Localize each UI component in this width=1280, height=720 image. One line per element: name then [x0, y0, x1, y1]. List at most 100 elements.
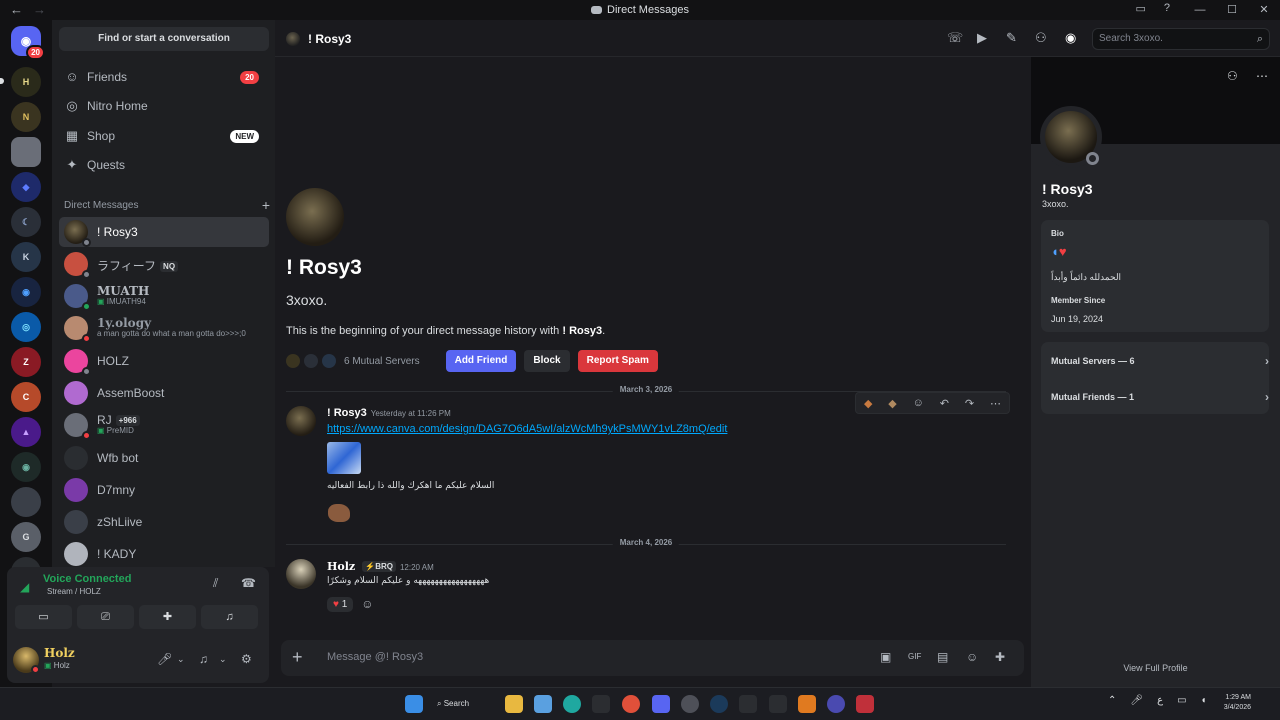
create-dm-icon[interactable]: +	[262, 197, 270, 213]
mutual-friends-row[interactable]: Mutual Friends — 1 ›	[1051, 390, 1269, 404]
add-reaction-icon[interactable]: ☺	[361, 597, 373, 611]
soundboard-button[interactable]: ♫	[201, 605, 258, 629]
headphones-icon[interactable]: ♫	[199, 652, 208, 666]
add-reaction-icon[interactable]: ☺	[913, 397, 924, 409]
signal-icon[interactable]: ◢	[20, 580, 29, 594]
nav-nitro-home[interactable]: ◎ Nitro Home	[59, 92, 269, 120]
dm-item[interactable]: HOLZ	[59, 346, 269, 376]
app-icon[interactable]	[798, 695, 816, 713]
nav-quests[interactable]: ✦ Quests	[59, 151, 269, 179]
gif-icon[interactable]: GIF	[908, 652, 921, 661]
video-call-icon[interactable]: ▶	[977, 30, 987, 46]
add-friends-to-dm-icon[interactable]: ⚇	[1035, 30, 1047, 46]
activities-button[interactable]: ✚	[139, 605, 196, 629]
user-profile-icon[interactable]: ◉	[1065, 30, 1076, 46]
server-icon[interactable]: N	[11, 102, 41, 132]
steam-icon[interactable]	[710, 695, 728, 713]
language-indicator[interactable]: ع	[1157, 695, 1163, 706]
sticker-image[interactable]	[328, 504, 350, 522]
file-explorer-icon[interactable]	[505, 695, 523, 713]
home-button[interactable]: ◉ 20	[11, 26, 45, 60]
chevron-down-icon[interactable]: ⌄	[219, 654, 227, 665]
dm-item[interactable]: D7mny	[59, 475, 269, 505]
maximize-button[interactable]: ☐	[1216, 0, 1248, 20]
more-icon[interactable]: ⋯	[990, 397, 1001, 410]
more-icon[interactable]: ⋯	[1256, 69, 1268, 83]
microphone-icon[interactable]: 🎤︎	[1130, 695, 1143, 706]
server-icon[interactable]: G	[11, 522, 41, 552]
app-icon[interactable]	[856, 695, 874, 713]
server-icon[interactable]: H	[11, 67, 41, 97]
clock[interactable]: 1:29 AM 3/4/2026	[1203, 693, 1251, 713]
sticker-icon[interactable]: ▤	[937, 650, 948, 664]
report-spam-button[interactable]: Report Spam	[577, 350, 658, 372]
microphone-icon[interactable]: 🎤︎	[157, 652, 172, 666]
view-full-profile-link[interactable]: View Full Profile	[1031, 663, 1280, 673]
dm-item[interactable]: AssemBoost	[59, 378, 269, 408]
server-icon[interactable]: ◆	[11, 172, 41, 202]
taskbar-search[interactable]: ⌕ Search	[437, 695, 493, 713]
server-icon[interactable]	[11, 487, 41, 517]
close-button[interactable]: ✕	[1248, 0, 1280, 20]
edge-icon[interactable]	[563, 695, 581, 713]
message-avatar[interactable]	[286, 559, 316, 589]
noise-suppression-icon[interactable]: ⫽	[213, 576, 218, 591]
dm-item[interactable]: MUATH ▣ IMUATH94	[59, 281, 269, 311]
server-icon[interactable]	[11, 137, 41, 167]
message-composer[interactable]: + Message @! Rosy3 ▣ GIF ▤ ☺ ✚	[281, 640, 1024, 676]
voice-call-icon[interactable]: ☏	[947, 30, 963, 46]
epic-games-icon[interactable]	[592, 695, 610, 713]
upload-icon[interactable]: +	[292, 647, 303, 668]
inbox-icon[interactable]: ▭	[1135, 2, 1145, 15]
reaction-icon[interactable]: ◆	[864, 397, 872, 410]
disconnect-icon[interactable]: ☎	[241, 576, 256, 590]
dm-item[interactable]: ラフィーフ NQ	[59, 249, 269, 279]
find-conversation-button[interactable]: Find or start a conversation	[59, 27, 269, 51]
app-icon[interactable]	[769, 695, 787, 713]
server-icon[interactable]: ◎	[11, 312, 41, 342]
search-input[interactable]: Search 3xoxo. ⌕	[1092, 28, 1270, 50]
add-friend-button[interactable]: Add Friend	[445, 350, 517, 372]
message-link[interactable]: https://www.canva.com/design/DAG7O6dA5wI…	[327, 423, 727, 435]
add-friend-icon[interactable]: ⚇	[1227, 69, 1238, 83]
app-icon[interactable]	[739, 695, 757, 713]
profile-avatar[interactable]	[286, 188, 344, 246]
pin-icon[interactable]: ✎	[1006, 30, 1017, 46]
chevron-up-icon[interactable]: ⌃	[1108, 695, 1116, 706]
server-icon[interactable]: ☾	[11, 207, 41, 237]
mutual-servers-row[interactable]: Mutual Servers — 6 ›	[1051, 354, 1269, 368]
server-icon[interactable]: ◉	[11, 452, 41, 482]
camera-button[interactable]: ▭	[15, 605, 72, 629]
reaction-icon[interactable]: ◆	[888, 397, 896, 410]
apps-icon[interactable]: ✚	[995, 650, 1005, 664]
app-icon[interactable]	[827, 695, 845, 713]
chrome-icon[interactable]	[622, 695, 640, 713]
dm-item[interactable]: 1y.ology a man gotta do what a man gotta…	[59, 313, 269, 343]
server-icon[interactable]: Z	[11, 347, 41, 377]
server-icon[interactable]: K	[11, 242, 41, 272]
dm-item[interactable]: ! KADY	[59, 539, 269, 569]
discord-taskbar-icon[interactable]	[652, 695, 670, 713]
nav-shop[interactable]: ▦ Shop NEW	[59, 122, 269, 150]
emoji-icon[interactable]: ☺	[966, 650, 978, 664]
settings-icon[interactable]	[681, 695, 699, 713]
dm-item[interactable]: ! Rosy3	[59, 217, 269, 247]
start-icon[interactable]	[405, 695, 423, 713]
reply-icon[interactable]: ↶	[940, 397, 949, 410]
store-icon[interactable]	[534, 695, 552, 713]
block-button[interactable]: Block	[524, 350, 570, 372]
server-icon[interactable]: C	[11, 382, 41, 412]
message-avatar[interactable]	[286, 406, 316, 436]
help-icon[interactable]: ?	[1164, 2, 1170, 15]
server-icon[interactable]: ▲	[11, 417, 41, 447]
dm-item[interactable]: zShLiive	[59, 507, 269, 537]
gear-icon[interactable]: ⚙	[241, 652, 252, 666]
forward-icon[interactable]: ↷	[965, 397, 974, 410]
network-icon[interactable]: ▭	[1177, 695, 1186, 706]
dm-item[interactable]: RJ +966 ▣ PreMID	[59, 410, 269, 440]
dm-item[interactable]: Wfb bot	[59, 443, 269, 473]
chevron-down-icon[interactable]: ⌄	[177, 654, 185, 665]
heart-reaction[interactable]: ♥ 1	[327, 596, 354, 612]
gift-icon[interactable]: ▣	[880, 650, 891, 664]
embed-thumbnail[interactable]	[327, 442, 361, 474]
